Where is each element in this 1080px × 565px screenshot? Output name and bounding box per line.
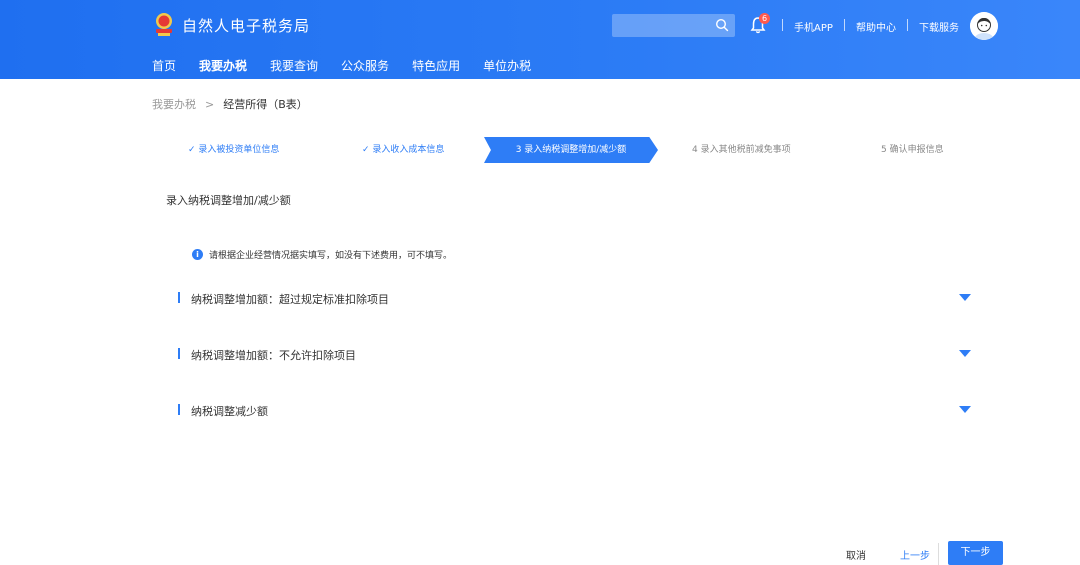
- breadcrumb-current: 经营所得（B表）: [223, 98, 308, 111]
- progress-stepper: ✓ 录入被投资单位信息 ✓ 录入收入成本信息 3 录入纳税调整增加/减少额 4 …: [152, 137, 982, 163]
- breadcrumb: 我要办税 > 经营所得（B表）: [152, 96, 308, 112]
- chevron-down-icon[interactable]: [959, 350, 971, 357]
- nav-home[interactable]: 首页: [152, 57, 176, 74]
- nav-unit-tax[interactable]: 单位办税: [483, 57, 531, 74]
- nav-handle-tax[interactable]: 我要办税: [199, 57, 247, 74]
- user-avatar[interactable]: [970, 12, 998, 40]
- main-nav: 首页 我要办税 我要查询 公众服务 特色应用 单位办税: [152, 57, 554, 74]
- accordion-increase-over-limit[interactable]: 纳税调整增加额：超过规定标准扣除项目: [178, 288, 973, 308]
- help-center-link[interactable]: 帮助中心: [856, 19, 896, 34]
- breadcrumb-separator: >: [205, 98, 215, 111]
- tax-emblem-icon[interactable]: [152, 11, 176, 37]
- section-title: 录入纳税调整增加/减少额: [166, 194, 291, 207]
- nav-query[interactable]: 我要查询: [270, 57, 318, 74]
- step-4: 4 录入其他税前减免事项: [692, 145, 791, 155]
- avatar-icon: [970, 12, 998, 40]
- header-divider: [907, 19, 908, 31]
- info-icon: i: [192, 249, 203, 260]
- cancel-button[interactable]: 取消: [846, 547, 866, 562]
- notice-text: 请根据企业经营情况据实填写，如没有下述费用，可不填写。: [209, 251, 453, 261]
- accordion-increase-not-allowed[interactable]: 纳税调整增加额：不允许扣除项目: [178, 344, 973, 364]
- step-3-active[interactable]: 3 录入纳税调整增加/减少额: [484, 137, 658, 163]
- next-step-button[interactable]: 下一步: [948, 541, 1003, 565]
- accent-bar: [178, 404, 180, 415]
- accordion-label: 纳税调整增加额：超过规定标准扣除项目: [191, 293, 389, 306]
- step-2[interactable]: ✓ 录入收入成本信息: [362, 137, 444, 163]
- nav-public-service[interactable]: 公众服务: [341, 57, 389, 74]
- accent-bar: [178, 292, 180, 303]
- accordion-label: 纳税调整减少额: [191, 405, 268, 418]
- prev-step-button[interactable]: 上一步: [900, 547, 930, 562]
- accent-bar: [178, 348, 180, 359]
- step-1[interactable]: ✓ 录入被投资单位信息: [188, 137, 279, 163]
- site-title[interactable]: 自然人电子税务局: [182, 15, 310, 36]
- mobile-app-link[interactable]: 手机APP: [794, 19, 833, 34]
- accordion-decrease[interactable]: 纳税调整减少额: [178, 400, 973, 420]
- header-divider: [782, 19, 783, 31]
- breadcrumb-parent[interactable]: 我要办税: [152, 98, 196, 111]
- search-icon[interactable]: [715, 18, 729, 32]
- top-header: 自然人电子税务局 6 手机APP 帮助中心 下载服务 首页 我要办税 我要查询 …: [0, 0, 1080, 79]
- download-service-link[interactable]: 下载服务: [919, 19, 959, 34]
- header-divider: [844, 19, 845, 31]
- footer-divider: [938, 543, 939, 565]
- notice: i 请根据企业经营情况据实填写，如没有下述费用，可不填写。: [192, 248, 452, 261]
- accordion-label: 纳税调整增加额：不允许扣除项目: [191, 349, 356, 362]
- nav-featured-apps[interactable]: 特色应用: [412, 57, 460, 74]
- search-input[interactable]: [612, 14, 735, 37]
- chevron-down-icon[interactable]: [959, 406, 971, 413]
- step-5: 5 确认申报信息: [881, 145, 944, 155]
- chevron-down-icon[interactable]: [959, 294, 971, 301]
- notification-badge: 6: [759, 13, 770, 24]
